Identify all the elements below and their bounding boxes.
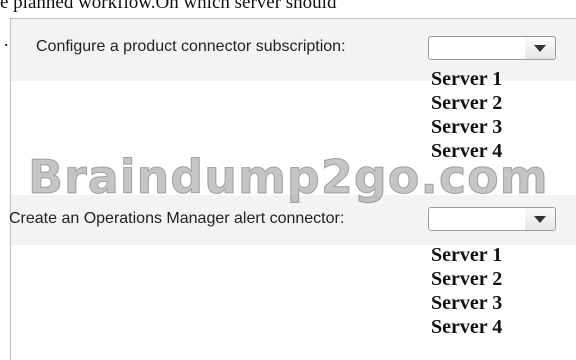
question-text-fragment: e planned workflow.On which server shoul… (0, 0, 337, 13)
dropdown-button[interactable] (525, 37, 555, 59)
option-server-3[interactable]: Server 3 (431, 291, 502, 315)
option-server-4[interactable]: Server 4 (431, 315, 502, 339)
connector-subscription-dropdown[interactable] (428, 36, 556, 60)
connector-subscription-label: Configure a product connector subscripti… (36, 38, 346, 55)
option-server-1[interactable]: Server 1 (431, 243, 502, 267)
dropdown-button[interactable] (525, 208, 555, 230)
option-server-2[interactable]: Server 2 (431, 267, 502, 291)
option-server-3[interactable]: Server 3 (431, 115, 502, 139)
chevron-down-icon (534, 44, 546, 52)
alert-connector-dropdown[interactable] (428, 207, 556, 231)
watermark: Braindump2go.com (28, 150, 549, 205)
connector-subscription-selected (429, 37, 526, 59)
option-server-1[interactable]: Server 1 (431, 67, 502, 91)
alert-connector-selected (429, 208, 526, 230)
alert-connector-label: Create an Operations Manager alert conne… (9, 210, 345, 227)
alert-connector-options: Server 1 Server 2 Server 3 Server 4 (431, 243, 502, 339)
stray-mark: . (4, 30, 9, 50)
connector-subscription-options: Server 1 Server 2 Server 3 Server 4 (431, 67, 502, 163)
option-server-2[interactable]: Server 2 (431, 91, 502, 115)
chevron-down-icon (534, 215, 546, 223)
